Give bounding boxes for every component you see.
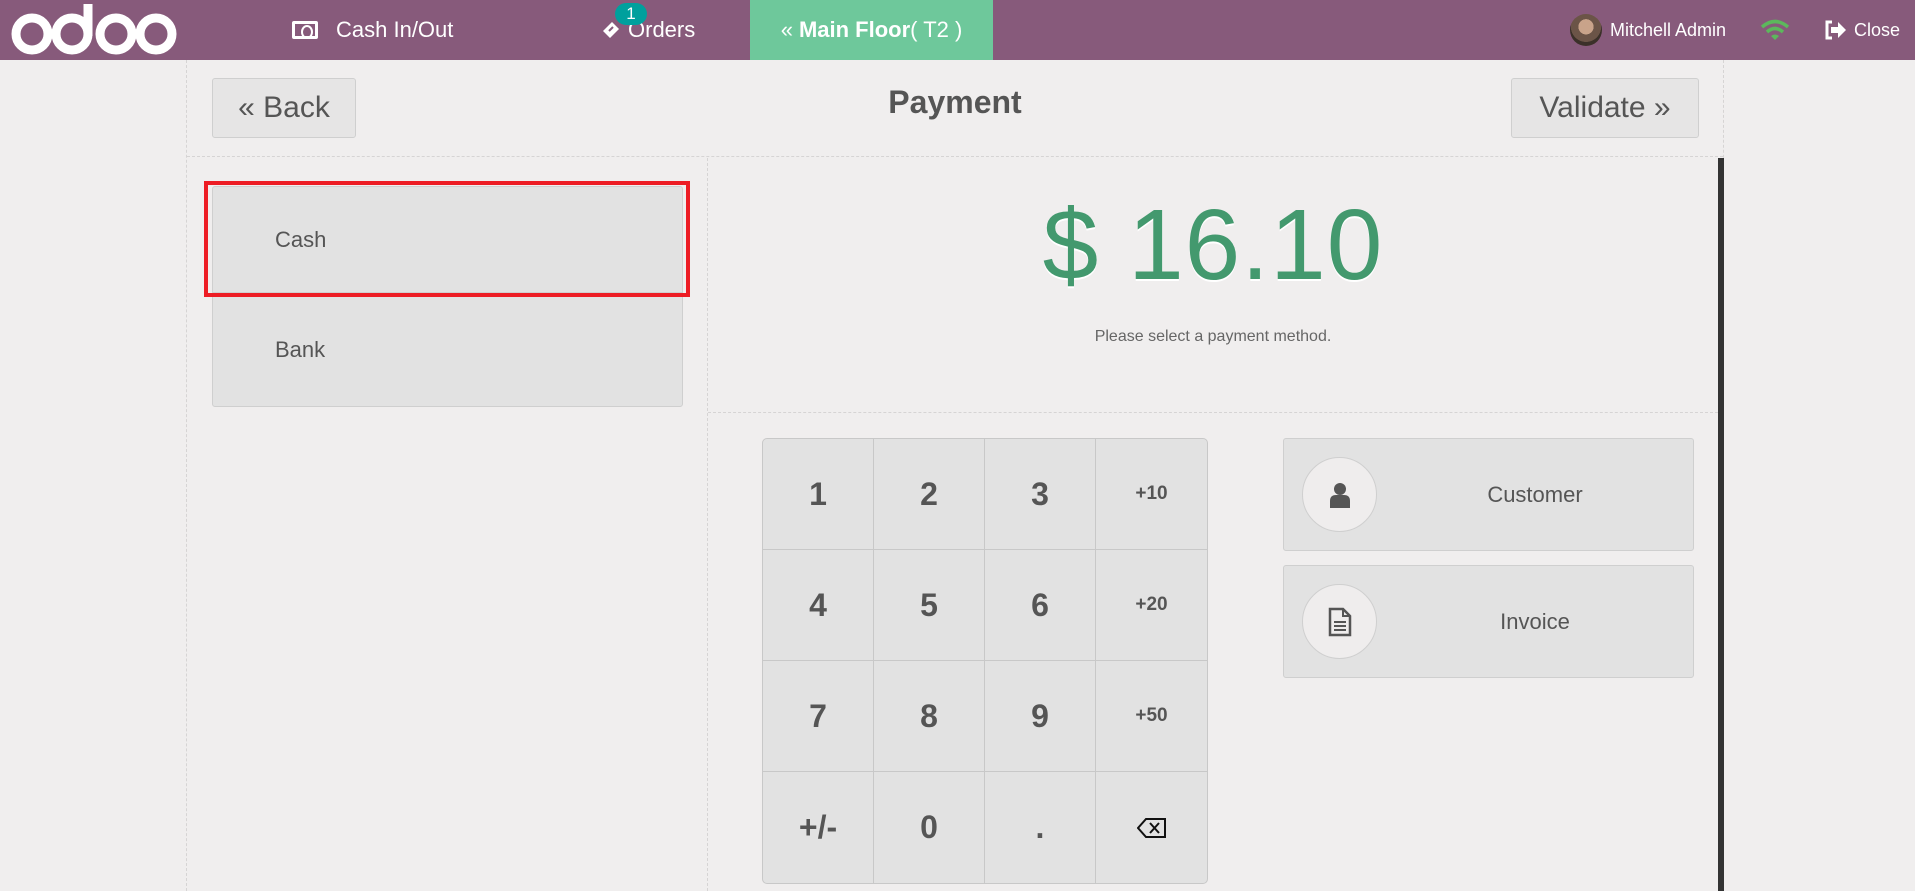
invoice-label: Invoice — [1500, 608, 1570, 634]
numpad-key-plus50[interactable]: +50 — [1096, 661, 1207, 772]
payment-method-label: Cash — [275, 227, 327, 252]
sign-out-icon — [1825, 20, 1846, 40]
payment-hint: Please select a payment method. — [1094, 328, 1332, 345]
validate-button[interactable]: Validate » — [1511, 78, 1699, 138]
numpad-key-4[interactable]: 4 — [763, 550, 874, 661]
cash-in-out-button[interactable]: Cash In/Out — [292, 0, 453, 60]
user-name: Mitchell Admin — [1610, 19, 1727, 40]
numpad-key-2[interactable]: 2 — [874, 439, 985, 550]
payment-method-label: Bank — [275, 336, 326, 362]
invoice-button[interactable]: Invoice — [1283, 565, 1694, 678]
user-menu[interactable]: Mitchell Admin — [1570, 0, 1726, 60]
invoice-icon-wrap — [1302, 584, 1377, 659]
main-floor-tab[interactable]: « Main Floor ( T2 ) — [750, 0, 993, 60]
numpad-key-5[interactable]: 5 — [874, 550, 985, 661]
orders-button[interactable]: Orders — [600, 0, 695, 60]
numpad-key-9[interactable]: 9 — [985, 661, 1096, 772]
odoo-logo[interactable] — [10, 4, 180, 56]
wifi-icon — [1760, 19, 1790, 40]
customer-label: Customer — [1487, 481, 1583, 507]
avatar — [1570, 14, 1602, 46]
numpad-key-plus10[interactable]: +10 — [1096, 439, 1207, 550]
payment-screen: « Back Payment Validate » Cash Bank $ 16… — [186, 60, 1724, 891]
close-button[interactable]: Close — [1824, 0, 1900, 60]
table-name: ( T2 ) — [910, 17, 963, 42]
numpad-key-backspace[interactable] — [1096, 772, 1207, 883]
numpad-key-sign[interactable]: +/- — [763, 772, 874, 883]
close-label: Close — [1854, 19, 1901, 40]
numpad-key-decimal[interactable]: . — [985, 772, 1096, 883]
wifi-status[interactable] — [1760, 0, 1790, 60]
user-icon — [1329, 482, 1350, 508]
cash-in-out-label: Cash In/Out — [336, 17, 454, 42]
payment-method-cash[interactable]: Cash — [212, 186, 683, 293]
floor-name: Main Floor — [798, 17, 911, 42]
payment-topbar: « Back Payment Validate » — [187, 60, 1723, 157]
numpad-key-1[interactable]: 1 — [763, 439, 874, 550]
numpad-key-7[interactable]: 7 — [763, 661, 874, 772]
top-navbar: Cash In/Out Orders 1 « Main Floor ( T2 )… — [0, 0, 1915, 60]
numpad-key-plus20[interactable]: +20 — [1096, 550, 1207, 661]
numpad-key-3[interactable]: 3 — [985, 439, 1096, 550]
numpad-key-8[interactable]: 8 — [874, 661, 985, 772]
numpad-key-6[interactable]: 6 — [985, 550, 1096, 661]
backspace-icon — [1136, 817, 1166, 838]
double-chevron-left-icon: « — [780, 17, 793, 42]
file-text-icon — [1328, 607, 1351, 636]
payment-methods-panel: Cash Bank — [187, 158, 708, 891]
numpad-key-0[interactable]: 0 — [874, 772, 985, 883]
numpad: 1 2 3 +10 4 5 6 +20 7 8 9 +50 +/- 0 . — [762, 438, 1208, 884]
payment-method-bank[interactable]: Bank — [212, 292, 683, 407]
scrollbar[interactable] — [1718, 158, 1724, 891]
orders-count-badge: 1 — [615, 3, 647, 25]
total-amount: $ 16.10 — [1042, 189, 1384, 301]
customer-icon-wrap — [1302, 457, 1377, 532]
customer-button[interactable]: Customer — [1283, 438, 1694, 551]
payment-summary: $ 16.10 Please select a payment method. — [708, 158, 1718, 413]
page-title: Payment — [888, 84, 1022, 120]
payment-right-panel: $ 16.10 Please select a payment method. … — [708, 158, 1725, 891]
money-icon — [292, 21, 318, 39]
